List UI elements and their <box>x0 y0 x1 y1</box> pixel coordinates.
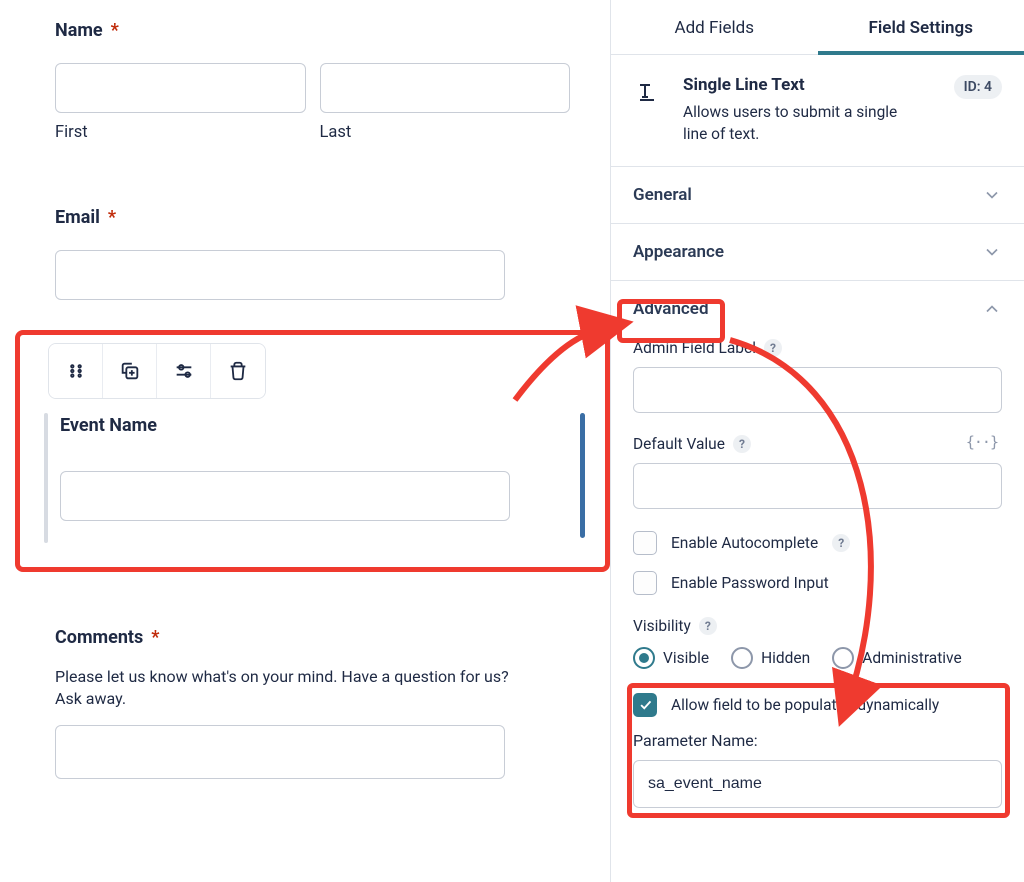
field-type-desc: Allows users to submit a single line of … <box>683 101 913 146</box>
settings-panel: Add Fields Field Settings Single Line Te… <box>610 0 1024 882</box>
comments-textarea[interactable] <box>55 725 505 779</box>
field-type-info: Single Line Text Allows users to submit … <box>611 55 1024 167</box>
required-asterisk: * <box>151 627 159 648</box>
name-label-text: Name <box>55 20 103 41</box>
visibility-hidden[interactable]: Hidden <box>731 647 810 669</box>
visibility-administrative[interactable]: Administrative <box>832 647 961 669</box>
chevron-up-icon <box>982 299 1002 319</box>
selection-indicator-right <box>580 413 585 538</box>
comments-field: Comments * Please let us know what's on … <box>55 627 570 783</box>
field-id-badge: ID: 4 <box>954 75 1002 99</box>
form-canvas: Name * First Last Email * <box>0 0 610 882</box>
section-general-label: General <box>633 185 692 205</box>
settings-button[interactable] <box>157 344 211 398</box>
event-name-label-text: Event Name <box>60 415 157 436</box>
last-name-input[interactable] <box>320 63 571 113</box>
sliders-icon <box>173 360 195 382</box>
radio-hidden[interactable] <box>731 647 753 669</box>
admin-field-label-input[interactable] <box>633 367 1002 413</box>
email-label-text: Email <box>55 207 100 228</box>
visibility-options: Visible Hidden Administrative <box>633 647 1002 669</box>
allow-dynamic-label: Allow field to be populated dynamically <box>671 696 939 714</box>
admin-field-label-row: Admin Field Label ? <box>633 339 1002 413</box>
merge-tag-icon[interactable]: {··} <box>966 433 998 451</box>
default-value-input[interactable] <box>633 463 1002 509</box>
section-advanced-label: Advanced <box>633 299 709 319</box>
first-sublabel: First <box>55 123 306 142</box>
settings-tabs: Add Fields Field Settings <box>611 0 1024 55</box>
section-general[interactable]: General <box>611 167 1024 224</box>
admin-field-label-text: Admin Field Label <box>633 339 756 357</box>
field-type-title: Single Line Text <box>683 75 932 95</box>
event-name-label: Event Name <box>60 415 575 436</box>
required-asterisk: * <box>108 207 116 228</box>
tab-add-fields[interactable]: Add Fields <box>611 0 818 54</box>
parameter-name-label: Parameter Name: <box>633 731 1002 750</box>
email-input[interactable] <box>55 250 505 300</box>
event-name-field-selected[interactable]: Event Name <box>15 330 610 572</box>
tab-field-settings[interactable]: Field Settings <box>818 0 1024 54</box>
trash-icon <box>227 360 249 382</box>
event-name-input[interactable] <box>60 471 510 521</box>
enable-autocomplete-checkbox[interactable] <box>633 531 657 555</box>
section-appearance-label: Appearance <box>633 242 724 262</box>
allow-dynamic-row[interactable]: Allow field to be populated dynamically <box>633 693 1002 717</box>
enable-password-row[interactable]: Enable Password Input <box>633 571 1002 595</box>
help-icon[interactable]: ? <box>699 617 717 635</box>
first-name-input[interactable] <box>55 63 306 113</box>
drag-handle-button[interactable] <box>49 344 103 398</box>
enable-password-checkbox[interactable] <box>633 571 657 595</box>
delete-button[interactable] <box>211 344 265 398</box>
default-value-label: Default Value <box>633 435 725 453</box>
section-appearance[interactable]: Appearance <box>611 224 1024 281</box>
chevron-down-icon <box>982 242 1002 262</box>
radio-visible[interactable] <box>633 647 655 669</box>
allow-dynamic-checkbox[interactable] <box>633 693 657 717</box>
radio-admin[interactable] <box>832 647 854 669</box>
enable-password-label: Enable Password Input <box>671 574 829 592</box>
drag-icon <box>65 360 87 382</box>
comments-label-text: Comments <box>55 627 143 648</box>
name-field: Name * First Last <box>55 20 570 142</box>
help-icon[interactable]: ? <box>733 435 751 453</box>
visibility-label: Visibility <box>633 617 691 635</box>
comments-hint: Please let us know what's on your mind. … <box>55 666 525 711</box>
email-field: Email * <box>55 207 570 300</box>
chevron-down-icon <box>982 185 1002 205</box>
required-asterisk: * <box>111 20 119 41</box>
enable-autocomplete-label: Enable Autocomplete <box>671 534 818 552</box>
text-field-icon <box>633 75 661 103</box>
dynamic-populate-block: Allow field to be populated dynamically … <box>633 693 1002 808</box>
duplicate-icon <box>119 360 141 382</box>
name-label: Name * <box>55 20 570 41</box>
enable-autocomplete-row[interactable]: Enable Autocomplete ? <box>633 531 1002 555</box>
last-sublabel: Last <box>320 123 571 142</box>
advanced-settings-body: Admin Field Label ? Default Value ? {··}… <box>611 327 1024 828</box>
check-icon <box>638 697 653 712</box>
comments-label: Comments * <box>55 627 570 648</box>
default-value-row: Default Value ? {··} <box>633 435 1002 509</box>
email-label: Email * <box>55 207 570 228</box>
parameter-name-input[interactable] <box>633 760 1002 808</box>
duplicate-button[interactable] <box>103 344 157 398</box>
help-icon[interactable]: ? <box>832 534 850 552</box>
help-icon[interactable]: ? <box>764 339 782 357</box>
section-advanced[interactable]: Advanced <box>611 281 1024 327</box>
visibility-visible[interactable]: Visible <box>633 647 709 669</box>
field-toolbar <box>48 343 266 399</box>
selection-indicator-left <box>44 413 48 543</box>
